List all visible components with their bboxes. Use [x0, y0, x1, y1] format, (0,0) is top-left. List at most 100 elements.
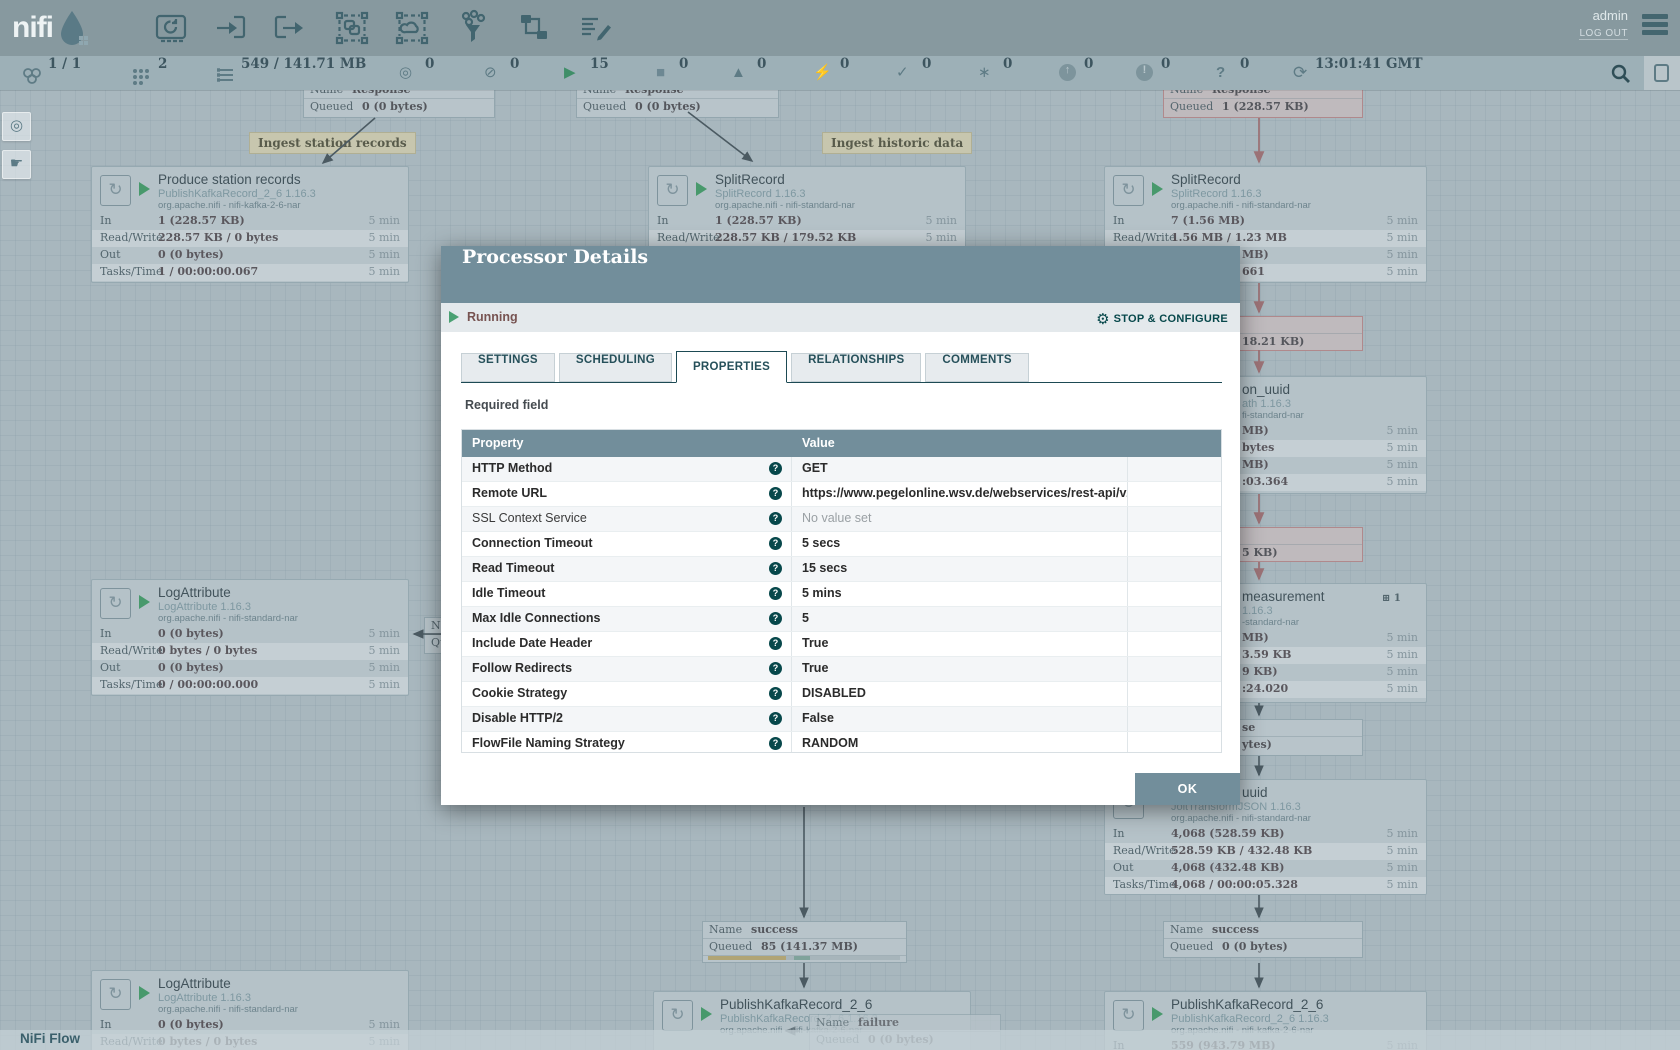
output-port-icon[interactable] — [272, 9, 310, 47]
sync-failure-count: 0 — [1240, 56, 1249, 90]
template-icon[interactable] — [515, 9, 553, 47]
processor-produce-station-records[interactable]: ↻ Produce station records PublishKafkaRe… — [91, 166, 409, 283]
breadcrumb[interactable]: NiFi Flow — [20, 1031, 80, 1046]
stat-row: Read/Write228.57 KB / 0 bytes5 min — [92, 230, 408, 247]
navigate-palette-button[interactable]: ◎ — [2, 112, 31, 141]
property-row: Max Idle Connections?5 — [462, 607, 1221, 632]
running-icon — [139, 595, 150, 609]
flow-label-ingest-station-records[interactable]: Ingest station records — [249, 132, 416, 154]
input-port-icon[interactable] — [212, 9, 250, 47]
search-icon[interactable] — [1610, 63, 1632, 85]
global-menu-icon[interactable] — [1642, 14, 1668, 36]
stopped-count-icon: ■ — [656, 56, 665, 90]
app-header: nifi admin LOG OUT — [0, 0, 1680, 56]
stat-row: Out0 (0 bytes)5 min — [92, 660, 408, 677]
processor-icon: ↻ — [100, 175, 131, 206]
processor-bundle: fi-standard-nar — [1242, 410, 1304, 421]
help-icon[interactable]: ? — [769, 537, 782, 550]
locally-modified-stale-icon: ! — [1136, 64, 1153, 81]
processor-name: uuid — [1242, 785, 1268, 800]
help-icon[interactable]: ? — [769, 662, 782, 675]
property-row: Remote URL?https://www.pegelonline.wsv.d… — [462, 482, 1221, 507]
property-row: FlowFile Naming Strategy?RANDOM — [462, 732, 1221, 753]
property-row: Read Timeout?15 secs — [462, 557, 1221, 582]
disabled-count-icon: ⚡ — [813, 56, 832, 90]
tab-scheduling[interactable]: SCHEDULING — [559, 353, 672, 382]
connection-label-success-center[interactable]: Namesuccess Queued85 (141.37 MB) — [702, 921, 907, 963]
tab-settings[interactable]: SETTINGS — [461, 353, 555, 382]
stat-row: In1 (228.57 KB)5 min — [92, 213, 408, 230]
processor-icon: ↻ — [100, 588, 131, 619]
processor-logattribute-mid[interactable]: ↻ LogAttribute LogAttribute 1.16.3 org.a… — [91, 579, 409, 696]
processor-bundle: org.apache.nifi - nifi-standard-nar — [715, 200, 855, 211]
processor-bundle: org.apache.nifi - nifi-kafka-2-6-nar — [158, 200, 301, 211]
help-icon[interactable]: ? — [769, 487, 782, 500]
queued-icon — [215, 64, 235, 98]
tab-comments[interactable]: COMMENTS — [925, 353, 1028, 382]
processor-type: ath 1.16.3 — [1242, 398, 1291, 410]
running-icon — [1152, 1007, 1163, 1021]
stat-row: Read/Write1.56 MB / 1.23 MB5 min — [1105, 230, 1426, 247]
property-row: Include Date Header?True — [462, 632, 1221, 657]
ok-button[interactable]: OK — [1135, 773, 1240, 805]
processor-type: SplitRecord 1.16.3 — [1171, 188, 1262, 200]
property-row: Idle Timeout?5 mins — [462, 582, 1221, 607]
processor-name: on_uuid — [1242, 382, 1290, 397]
nifi-canvas[interactable]: ↻ Produce station records PublishKafkaRe… — [0, 0, 1680, 1050]
running-icon — [1152, 182, 1163, 196]
processor-name: SplitRecord — [715, 172, 785, 187]
help-icon[interactable]: ? — [769, 737, 782, 750]
remote-process-group-icon[interactable] — [393, 9, 431, 47]
cluster-icon — [131, 64, 151, 98]
refresh-icon[interactable]: ⟳ — [1293, 56, 1307, 90]
processor-bundle: org.apache.nifi - nifi-standard-nar — [158, 613, 298, 624]
label-icon[interactable] — [576, 9, 614, 47]
operate-palette-button[interactable]: ☛ — [2, 150, 31, 179]
help-icon[interactable]: ? — [769, 712, 782, 725]
stopped-count: 0 — [679, 56, 688, 90]
help-icon[interactable]: ? — [769, 637, 782, 650]
running-status-icon — [449, 311, 459, 323]
stat-row: In4,068 (528.59 KB)5 min — [1105, 826, 1426, 843]
help-icon[interactable]: ? — [769, 562, 782, 575]
processor-bundle: org.apache.nifi - nifi-standard-nar — [1171, 200, 1311, 211]
funnel-icon[interactable] — [454, 9, 492, 47]
help-icon[interactable]: ? — [769, 612, 782, 625]
transmitting-icon: ◎ — [399, 56, 412, 90]
flow-label-ingest-historic-data[interactable]: Ingest historic data — [822, 132, 972, 154]
stop-and-configure-button[interactable]: ⚙STOP & CONFIGURE — [1096, 309, 1228, 328]
logo-text: nifi — [12, 11, 53, 45]
process-group-icon[interactable] — [333, 9, 371, 47]
processor-name: Produce station records — [158, 172, 301, 187]
processor-icon: ↻ — [1113, 1000, 1144, 1031]
connection-label-success-right[interactable]: Namesuccess Queued0 (0 bytes) — [1163, 921, 1363, 958]
up-to-date-icon: ✓ — [896, 56, 909, 90]
dialog-status-bar: Running ⚙STOP & CONFIGURE — [441, 303, 1240, 332]
processor-bundle: org.apache.nifi - nifi-standard-nar — [1171, 813, 1311, 824]
property-row: SSL Context Service?No value set — [462, 507, 1221, 532]
help-icon[interactable]: ? — [769, 462, 782, 475]
tab-properties[interactable]: PROPERTIES — [676, 351, 787, 383]
tab-relationships[interactable]: RELATIONSHIPS — [791, 353, 921, 382]
processor-bundle: org.apache.nifi - nifi-standard-nar — [158, 1004, 298, 1015]
running-count: 15 — [590, 56, 609, 90]
help-icon[interactable]: ? — [769, 687, 782, 700]
logout-link[interactable]: LOG OUT — [1579, 28, 1628, 40]
stale-count: 0 — [1084, 56, 1093, 90]
processor-details-dialog: Processor Details Running ⚙STOP & CONFIG… — [441, 246, 1240, 805]
stat-row: Read/Write0 bytes / 0 bytes5 min — [92, 643, 408, 660]
property-row: Connection Timeout?5 secs — [462, 532, 1221, 557]
invalid-count: 0 — [757, 56, 766, 90]
property-row: Follow Redirects?True — [462, 657, 1221, 682]
dialog-title: Processor Details — [462, 246, 648, 268]
bulletin-panel-toggle[interactable] — [1644, 56, 1680, 90]
help-icon[interactable]: ? — [769, 512, 782, 525]
processor-component-icon[interactable] — [152, 9, 190, 47]
not-transmitting-icon: ⊘ — [484, 56, 497, 90]
active-threads-icon — [22, 64, 42, 98]
gear-icon: ⚙ — [1096, 311, 1109, 328]
help-icon[interactable]: ? — [769, 587, 782, 600]
up-to-date-count: 0 — [922, 56, 931, 90]
stat-row: Out0 (0 bytes)5 min — [92, 247, 408, 264]
processor-type: PublishKafkaRecord_2_6 1.16.3 — [158, 188, 316, 200]
